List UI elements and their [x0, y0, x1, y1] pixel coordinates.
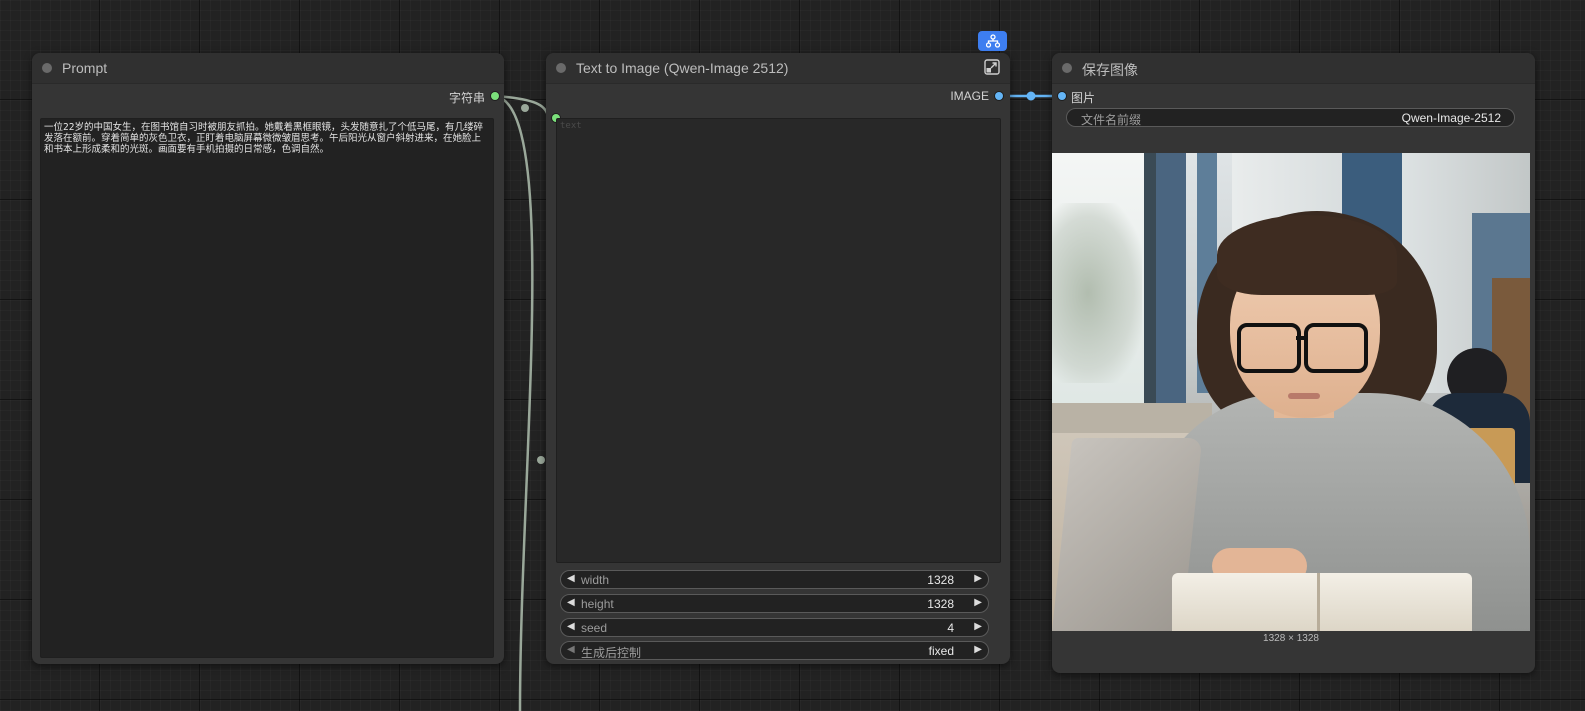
prompt-textarea[interactable]: 一位22岁的中国女生，在图书馆自习时被朋友抓拍。她戴着黑框眼镜，头发随意扎了个低… — [40, 118, 494, 658]
node-title: 保存图像 — [1082, 62, 1138, 78]
widget-value[interactable]: Qwen-Image-2512 — [1402, 111, 1501, 125]
node-title: Prompt — [62, 60, 108, 76]
decrement-arrow-icon[interactable]: ◀ — [567, 621, 575, 632]
increment-arrow-icon[interactable]: ▶ — [974, 597, 982, 608]
seed-widget[interactable]: ◀ seed 4 ▶ — [560, 618, 989, 637]
decrement-arrow-icon[interactable]: ◀ — [567, 597, 575, 608]
widget-label: seed — [581, 621, 608, 635]
text-input-area[interactable]: text — [556, 118, 1001, 563]
link-midpoint — [1026, 91, 1036, 101]
output-label: 字符串 — [448, 91, 485, 105]
decrement-arrow-icon[interactable]: ◀ — [567, 644, 575, 655]
subgraph-icon — [985, 34, 1000, 48]
node-collapse-dot[interactable] — [1062, 63, 1072, 73]
output-label: IMAGE — [950, 89, 989, 103]
string-output-slot[interactable] — [491, 92, 499, 100]
filename-prefix-widget[interactable]: 文件名前缀 Qwen-Image-2512 — [1066, 108, 1515, 127]
reroute-dot — [537, 456, 545, 464]
widget-value[interactable]: 1328 — [927, 573, 954, 587]
control-after-generate-widget[interactable]: ◀ 生成后控制 fixed ▶ — [560, 641, 989, 660]
prompt-node[interactable]: Prompt 字符串 一位22岁的中国女生，在图书馆自习时被朋友抓拍。她戴着黑框… — [32, 53, 504, 664]
text-placeholder: text — [560, 121, 582, 131]
node-title: Text to Image (Qwen-Image 2512) — [576, 60, 789, 76]
increment-arrow-icon[interactable]: ▶ — [974, 621, 982, 632]
increment-arrow-icon[interactable]: ▶ — [974, 644, 982, 655]
expand-icon[interactable] — [983, 58, 1001, 76]
subgraph-badge[interactable] — [978, 31, 1007, 51]
text-to-image-node[interactable]: Text to Image (Qwen-Image 2512) IMAGE te… — [546, 53, 1010, 664]
increment-arrow-icon[interactable]: ▶ — [974, 573, 982, 584]
widget-label: width — [581, 573, 610, 587]
prompt-text: 一位22岁的中国女生，在图书馆自习时被朋友抓拍。她戴着黑框眼镜，头发随意扎了个低… — [44, 122, 483, 155]
widget-value[interactable]: fixed — [929, 644, 954, 658]
widget-label: 文件名前缀 — [1081, 113, 1142, 127]
node-collapse-dot[interactable] — [556, 63, 566, 73]
text-to-image-node-header[interactable]: Text to Image (Qwen-Image 2512) — [546, 53, 1010, 84]
input-label: 图片 — [1071, 91, 1096, 105]
widget-label: height — [581, 597, 614, 611]
image-input-slot[interactable] — [1058, 92, 1066, 100]
width-widget[interactable]: ◀ width 1328 ▶ — [560, 570, 989, 589]
save-image-node-header[interactable]: 保存图像 — [1052, 53, 1535, 84]
widget-value[interactable]: 1328 — [927, 597, 954, 611]
node-collapse-dot[interactable] — [42, 63, 52, 73]
widget-label: 生成后控制 — [581, 646, 642, 660]
save-image-node[interactable]: 保存图像 图片 文件名前缀 Qwen-Image-2512 1328 × 132… — [1052, 53, 1535, 673]
decrement-arrow-icon[interactable]: ◀ — [567, 573, 575, 584]
height-widget[interactable]: ◀ height 1328 ▶ — [560, 594, 989, 613]
prompt-node-header[interactable]: Prompt — [32, 53, 504, 84]
widget-value[interactable]: 4 — [947, 621, 954, 635]
generated-image-preview[interactable] — [1052, 153, 1530, 631]
image-output-slot[interactable] — [995, 92, 1003, 100]
image-size-caption: 1328 × 1328 — [1263, 633, 1319, 644]
reroute-dot — [521, 104, 529, 112]
